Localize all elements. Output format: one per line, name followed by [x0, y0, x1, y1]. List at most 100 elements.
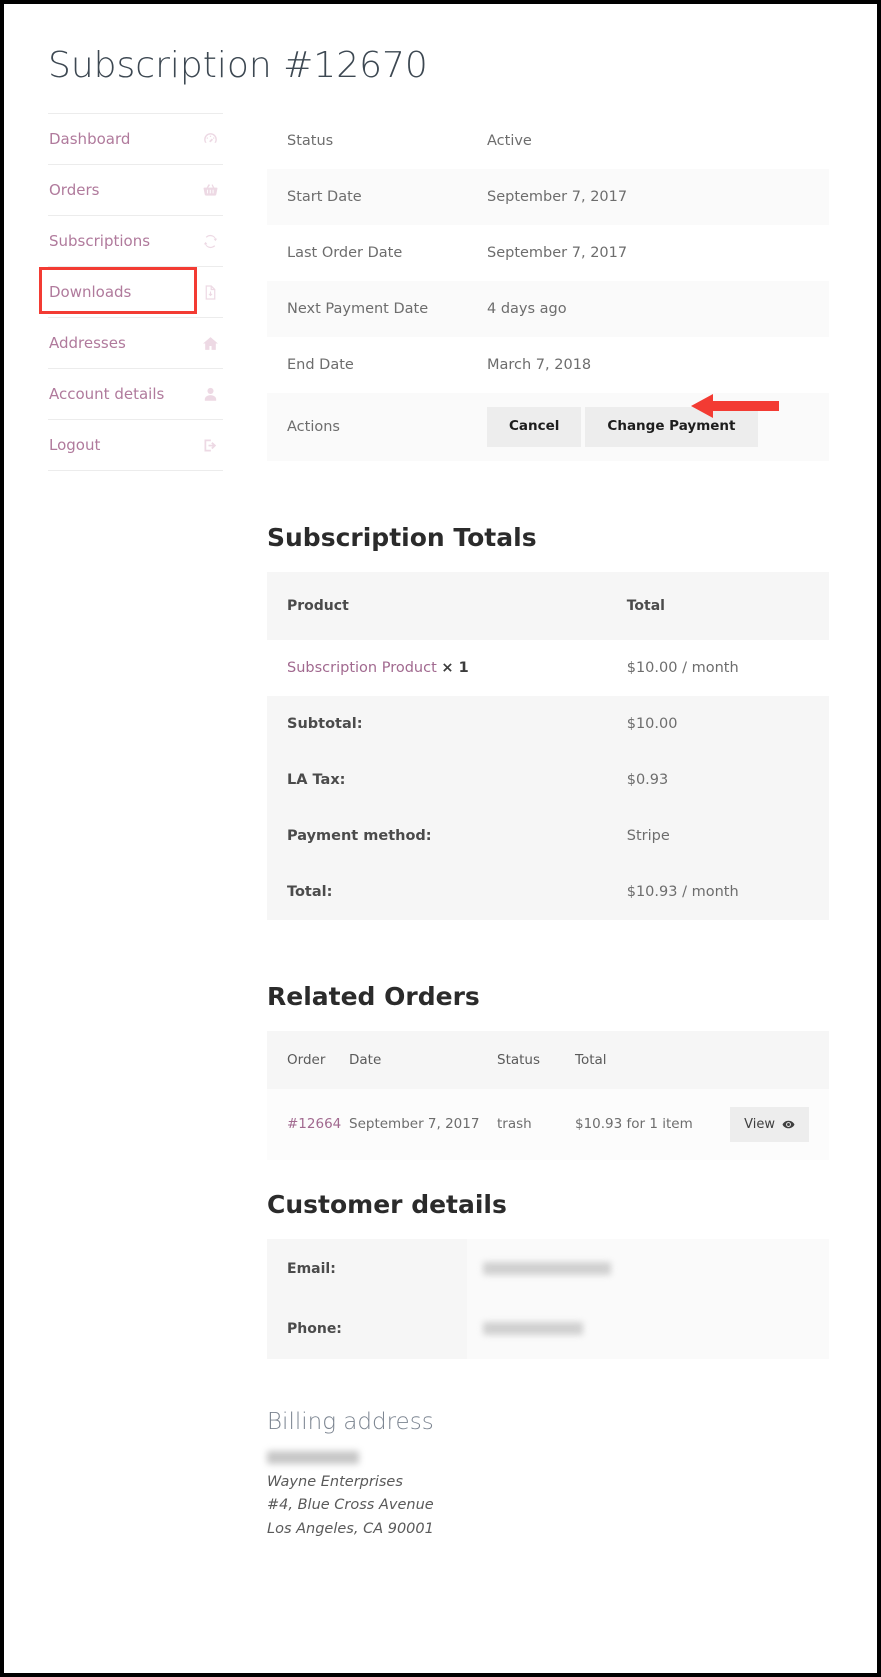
user-icon	[202, 386, 219, 403]
sidebar-item-dashboard[interactable]: Dashboard	[48, 114, 223, 166]
subtotal-label: Subtotal:	[267, 695, 605, 752]
table-row-product: Subscription Product × 1 $10.00 / month	[267, 639, 829, 696]
related-orders-table: Order Date Status Total #12664 September…	[267, 1030, 829, 1160]
table-row: Last Order Date September 7, 2017	[267, 225, 829, 282]
tax-label: LA Tax:	[267, 751, 605, 808]
product-cell: Subscription Product × 1	[267, 639, 605, 696]
detail-label: End Date	[267, 337, 471, 394]
sidebar-item-label: Account details	[49, 385, 165, 404]
sidebar-item-label: Downloads	[49, 283, 132, 302]
table-header-row: Order Date Status Total	[267, 1030, 829, 1089]
order-total: $10.93 for 1 item	[575, 1088, 715, 1160]
home-icon	[202, 335, 219, 352]
cancel-button[interactable]: Cancel	[487, 407, 582, 447]
subscription-totals-table: Product Total Subscription Product × 1 $…	[267, 571, 829, 920]
total-value: $10.93 / month	[604, 863, 829, 920]
redacted-email	[483, 1261, 611, 1275]
address-line: Los Angeles, CA 90001	[267, 1520, 434, 1537]
subscription-totals-heading: Subscription Totals	[267, 522, 537, 552]
table-row: End Date March 7, 2018	[267, 337, 829, 394]
sidebar-item-addresses[interactable]: Addresses	[48, 318, 223, 370]
sidebar-item-subscriptions[interactable]: Subscriptions	[48, 216, 223, 268]
payment-method-label: Payment method:	[267, 807, 605, 864]
table-row: Payment method: Stripe	[267, 807, 829, 864]
detail-value: September 7, 2017	[471, 169, 829, 226]
order-link[interactable]: #12664	[287, 1116, 341, 1132]
sidebar-item-logout[interactable]: Logout	[48, 420, 223, 472]
column-header-actions	[715, 1030, 829, 1089]
table-row-actions: Actions Cancel Change Payment	[267, 393, 829, 461]
eye-icon	[782, 1118, 795, 1131]
column-header-date: Date	[349, 1030, 497, 1089]
billing-address-block: Wayne Enterprises #4, Blue Cross Avenue …	[267, 1450, 829, 1541]
detail-value: September 7, 2017	[471, 225, 829, 282]
column-header-status: Status	[497, 1030, 575, 1089]
table-header-row: Product Total	[267, 571, 829, 640]
sidebar-item-label: Logout	[49, 436, 101, 455]
order-number-cell: #12664	[267, 1088, 349, 1160]
product-total: $10.00 / month	[604, 639, 829, 696]
view-order-button[interactable]: View	[730, 1106, 809, 1142]
detail-value: March 7, 2018	[471, 337, 829, 394]
column-header-total: Total	[604, 571, 829, 640]
detail-value: Active	[471, 113, 829, 170]
sidebar-item-account-details[interactable]: Account details	[48, 369, 223, 421]
redacted-customer-name	[267, 1450, 359, 1464]
refresh-icon	[202, 233, 219, 250]
detail-label: Last Order Date	[267, 225, 471, 282]
detail-label: Start Date	[267, 169, 471, 226]
sidebar-item-downloads[interactable]: Downloads	[48, 267, 223, 319]
email-value	[467, 1238, 829, 1299]
sidebar-item-orders[interactable]: Orders	[48, 165, 223, 217]
phone-label: Phone:	[267, 1298, 467, 1359]
file-download-icon	[202, 284, 219, 301]
address-line: Wayne Enterprises	[267, 1473, 403, 1490]
main-content: Status Active Start Date September 7, 20…	[267, 113, 829, 1541]
phone-value	[467, 1298, 829, 1359]
sidebar-item-label: Orders	[49, 181, 100, 200]
subtotal-value: $10.00	[604, 695, 829, 752]
detail-value: 4 days ago	[471, 281, 829, 338]
actions-cell: Cancel Change Payment	[471, 393, 829, 461]
order-status: trash	[497, 1088, 575, 1160]
sidebar-item-label: Dashboard	[49, 130, 131, 149]
sign-out-icon	[202, 437, 219, 454]
page-layout: Dashboard Orders Subscriptions Downloads…	[39, 113, 829, 1541]
account-sidebar: Dashboard Orders Subscriptions Downloads…	[39, 113, 223, 472]
basket-icon	[202, 182, 219, 199]
email-label: Email:	[267, 1238, 467, 1299]
product-quantity: × 1	[441, 659, 469, 676]
view-button-label: View	[744, 1116, 775, 1132]
table-row: Email:	[267, 1238, 829, 1299]
address-line: #4, Blue Cross Avenue	[267, 1497, 434, 1514]
subscription-details-table: Status Active Start Date September 7, 20…	[267, 113, 829, 461]
redacted-phone	[483, 1321, 583, 1335]
change-payment-button[interactable]: Change Payment	[585, 407, 758, 447]
table-row: #12664 September 7, 2017 trash $10.93 fo…	[267, 1088, 829, 1160]
column-header-product: Product	[267, 571, 605, 640]
sidebar-item-label: Addresses	[49, 334, 126, 353]
customer-details-heading: Customer details	[267, 1189, 507, 1219]
table-row: Subtotal: $10.00	[267, 695, 829, 752]
order-actions-cell: View	[715, 1088, 829, 1160]
related-orders-heading: Related Orders	[267, 981, 480, 1011]
detail-label: Next Payment Date	[267, 281, 471, 338]
table-row: Phone:	[267, 1298, 829, 1359]
speedometer-icon	[202, 131, 219, 148]
actions-label: Actions	[267, 393, 471, 461]
tax-value: $0.93	[604, 751, 829, 808]
table-row: Total: $10.93 / month	[267, 863, 829, 920]
table-row: Start Date September 7, 2017	[267, 169, 829, 226]
billing-address-heading: Billing address	[267, 1408, 434, 1435]
total-label: Total:	[267, 863, 605, 920]
table-row: LA Tax: $0.93	[267, 751, 829, 808]
order-date: September 7, 2017	[349, 1088, 497, 1160]
column-header-total: Total	[575, 1030, 715, 1089]
table-row: Next Payment Date 4 days ago	[267, 281, 829, 338]
page-title: Subscription #12670	[48, 45, 428, 86]
subscription-detail-page: Subscription #12670 Dashboard Orders Sub…	[0, 0, 881, 1677]
table-row: Status Active	[267, 113, 829, 170]
detail-label: Status	[267, 113, 471, 170]
product-link[interactable]: Subscription Product	[287, 660, 437, 676]
column-header-order: Order	[267, 1030, 349, 1089]
